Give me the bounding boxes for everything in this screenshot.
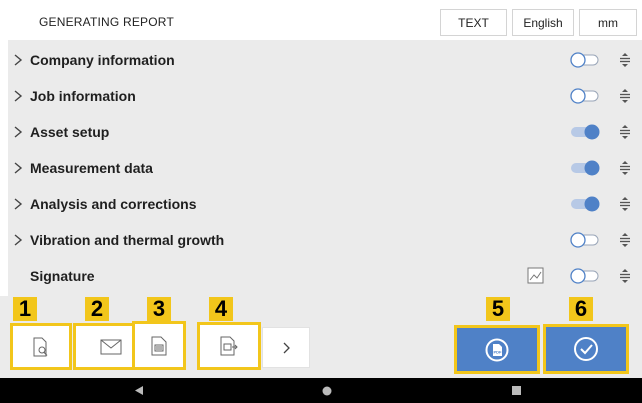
drag-handle-icon[interactable] <box>618 160 632 176</box>
section-row-job-information[interactable]: Job information <box>8 78 642 114</box>
callout-badge-3: 3 <box>147 296 171 321</box>
toggle-on[interactable] <box>570 160 600 176</box>
back-icon[interactable] <box>134 385 144 396</box>
check-icon <box>574 337 598 361</box>
drag-handle-icon[interactable] <box>618 88 632 104</box>
callout-badge-4: 4 <box>209 296 233 321</box>
pdf-icon: PDF <box>485 338 509 361</box>
section-label: Measurement data <box>30 160 153 176</box>
drag-handle-icon[interactable] <box>618 232 632 248</box>
section-row-signature[interactable]: Signature <box>8 258 642 294</box>
section-label: Company information <box>30 52 175 68</box>
chevron-right-icon[interactable] <box>12 124 24 140</box>
more-options-button[interactable] <box>262 327 310 368</box>
callout-badge-2: 2 <box>85 296 109 321</box>
section-row-analysis-and-corrections[interactable]: Analysis and corrections <box>8 186 642 222</box>
confirm-button[interactable] <box>543 324 629 374</box>
export-pdf-button[interactable]: PDF <box>454 325 540 374</box>
chevron-right-icon[interactable] <box>12 88 24 104</box>
callout-badge-5: 5 <box>486 296 510 321</box>
report-header: GENERATING REPORT TEXT English mm <box>0 0 642 40</box>
svg-text:PDF: PDF <box>494 349 503 354</box>
barcode-document-button[interactable] <box>132 321 186 370</box>
section-label: Analysis and corrections <box>30 196 197 212</box>
drag-handle-icon[interactable] <box>618 124 632 140</box>
chevron-right-icon[interactable] <box>12 196 24 212</box>
drag-handle-icon[interactable] <box>618 268 632 284</box>
language-button[interactable]: English <box>512 9 574 36</box>
bottom-toolbar: 1 2 3 4 5 6 PDF <box>0 296 642 378</box>
chevron-right-icon[interactable] <box>12 232 24 248</box>
toggle-off[interactable] <box>570 268 600 284</box>
preview-icon <box>33 337 48 356</box>
chevron-right-icon[interactable] <box>12 52 24 68</box>
email-icon <box>100 339 122 354</box>
toggle-off[interactable] <box>570 52 600 68</box>
section-row-company-information[interactable]: Company information <box>8 42 642 78</box>
home-icon[interactable] <box>322 386 332 396</box>
section-row-measurement-data[interactable]: Measurement data <box>8 150 642 186</box>
callout-badge-1: 1 <box>13 296 37 321</box>
text-button[interactable]: TEXT <box>440 9 507 36</box>
chevron-right-icon <box>283 342 290 353</box>
section-row-vibration-and-thermal-growth[interactable]: Vibration and thermal growth <box>8 222 642 258</box>
system-navigation-bar <box>0 378 642 403</box>
drag-handle-icon[interactable] <box>618 52 632 68</box>
page-title: GENERATING REPORT <box>39 15 174 29</box>
callout-badge-6: 6 <box>569 296 593 321</box>
recents-icon[interactable] <box>512 386 521 395</box>
report-sections-list: Company information Job information Asse… <box>8 40 642 296</box>
section-label: Asset setup <box>30 124 110 140</box>
toggle-off[interactable] <box>570 88 600 104</box>
section-row-asset-setup[interactable]: Asset setup <box>8 114 642 150</box>
section-label: Signature <box>30 268 95 284</box>
section-label: Vibration and thermal growth <box>30 232 225 248</box>
drag-handle-icon[interactable] <box>618 196 632 212</box>
save-document-icon <box>220 336 238 356</box>
toggle-off[interactable] <box>570 232 600 248</box>
image-icon[interactable] <box>527 267 544 284</box>
barcode-document-icon <box>151 336 167 355</box>
toggle-on[interactable] <box>570 124 600 140</box>
save-document-button[interactable] <box>197 322 261 370</box>
toggle-on[interactable] <box>570 196 600 212</box>
chevron-right-icon[interactable] <box>12 160 24 176</box>
section-label: Job information <box>30 88 136 104</box>
preview-report-button[interactable] <box>10 323 72 370</box>
unit-button[interactable]: mm <box>579 9 637 36</box>
